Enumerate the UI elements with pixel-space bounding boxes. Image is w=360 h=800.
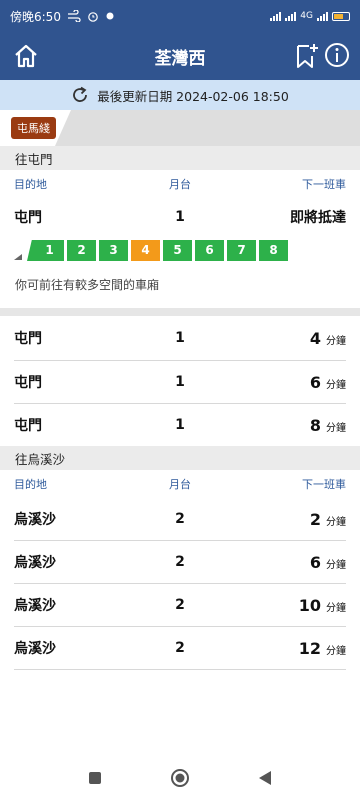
train-row: 烏溪沙 2 2 分鐘 — [0, 498, 360, 540]
alarm-icon — [88, 12, 98, 22]
app-bar: 荃灣西 — [0, 32, 360, 80]
bookmark-add-icon[interactable] — [294, 42, 320, 70]
wifi-signal-icon — [270, 11, 282, 21]
col-platform: 月台 — [169, 478, 191, 491]
train-row: 烏溪沙 2 10 分鐘 — [0, 584, 360, 626]
car-direction-indicator — [14, 254, 22, 260]
col-destination: 目的地 — [14, 478, 47, 491]
car-occupancy: 1 2 3 4 5 6 7 8 — [0, 236, 360, 266]
back-icon[interactable] — [258, 770, 272, 786]
destination: 屯門 — [14, 210, 42, 226]
platform: 1 — [175, 374, 185, 390]
train-row: 屯門 1 8 分鐘 — [0, 404, 360, 446]
train-row: 屯門 1 4 分鐘 — [0, 316, 360, 360]
line-tab-band — [70, 110, 360, 146]
col-platform: 月台 — [169, 178, 191, 191]
platform: 2 — [175, 554, 185, 570]
page-title: 荃灣西 — [154, 48, 206, 69]
arrival-status: 即將抵達 — [290, 210, 346, 226]
direction-header: 往屯門 — [0, 146, 360, 170]
car-8: 8 — [259, 240, 288, 261]
info-icon[interactable] — [324, 42, 350, 68]
cell-signal-2-icon — [317, 11, 328, 21]
network-type: 4G — [300, 11, 313, 21]
minutes: 6 — [309, 372, 321, 392]
update-bar[interactable]: 最後更新日期 2024-02-06 18:50 — [0, 80, 360, 110]
minutes-unit: 分鐘 — [326, 602, 346, 614]
car-4: 4 — [131, 240, 160, 261]
destination: 屯門 — [14, 418, 42, 434]
car-hint: 你可前往有較多空間的車廂 — [15, 278, 160, 292]
destination: 屯門 — [14, 375, 42, 391]
recents-icon[interactable] — [88, 771, 102, 785]
minutes: 4 — [309, 328, 321, 348]
column-header: 目的地 月台 下一班車 — [0, 470, 360, 498]
minutes-unit: 分鐘 — [326, 379, 346, 391]
notification-icon — [106, 12, 114, 20]
platform: 1 — [175, 330, 185, 346]
line-tab-tuen-ma[interactable]: 屯馬綫 — [11, 117, 56, 139]
cell-signal-icon — [285, 11, 297, 21]
system-nav-bar — [0, 756, 360, 800]
minutes: 12 — [298, 638, 321, 658]
train-row: 烏溪沙 2 12 分鐘 — [0, 627, 360, 669]
minutes: 6 — [309, 552, 321, 572]
home-nav-icon[interactable] — [170, 768, 190, 788]
platform: 2 — [175, 511, 185, 527]
minutes-unit: 分鐘 — [326, 516, 346, 528]
platform: 2 — [175, 640, 185, 656]
platform: 2 — [175, 597, 185, 613]
destination: 烏溪沙 — [14, 641, 56, 657]
wind-icon — [67, 10, 81, 22]
platform: 1 — [175, 209, 185, 225]
minutes: 10 — [298, 595, 321, 615]
home-icon[interactable] — [12, 42, 40, 70]
train-row-arriving: 屯門 1 即將抵達 — [0, 198, 360, 236]
section-divider — [0, 308, 360, 316]
line-tab-row: 屯馬綫 — [0, 110, 360, 146]
car-1: 1 — [35, 240, 64, 261]
car-3: 3 — [99, 240, 128, 261]
train-row: 屯門 1 6 分鐘 — [0, 361, 360, 403]
refresh-icon[interactable] — [71, 86, 89, 104]
minutes-unit: 分鐘 — [326, 335, 346, 347]
column-header: 目的地 月台 下一班車 — [0, 170, 360, 198]
minutes-unit: 分鐘 — [326, 645, 346, 657]
destination: 烏溪沙 — [14, 598, 56, 614]
car-7: 7 — [227, 240, 256, 261]
status-time: 傍晚6:50 — [10, 9, 61, 24]
car-6: 6 — [195, 240, 224, 261]
direction-header: 往烏溪沙 — [0, 446, 360, 470]
car-5: 5 — [163, 240, 192, 261]
minutes-unit: 分鐘 — [326, 422, 346, 434]
col-destination: 目的地 — [14, 178, 47, 191]
col-next-train: 下一班車 — [302, 178, 346, 191]
platform: 1 — [175, 417, 185, 433]
last-updated-text: 最後更新日期 2024-02-06 18:50 — [97, 88, 289, 104]
destination: 屯門 — [14, 331, 42, 347]
status-bar: 傍晚6:50 4G — [0, 0, 360, 32]
minutes: 2 — [309, 509, 321, 529]
minutes: 8 — [309, 415, 321, 435]
destination: 烏溪沙 — [14, 555, 56, 571]
minutes-unit: 分鐘 — [326, 559, 346, 571]
battery-icon — [332, 11, 350, 21]
train-row: 烏溪沙 2 6 分鐘 — [0, 541, 360, 583]
car-2: 2 — [67, 240, 96, 261]
destination: 烏溪沙 — [14, 512, 56, 528]
col-next-train: 下一班車 — [302, 478, 346, 491]
